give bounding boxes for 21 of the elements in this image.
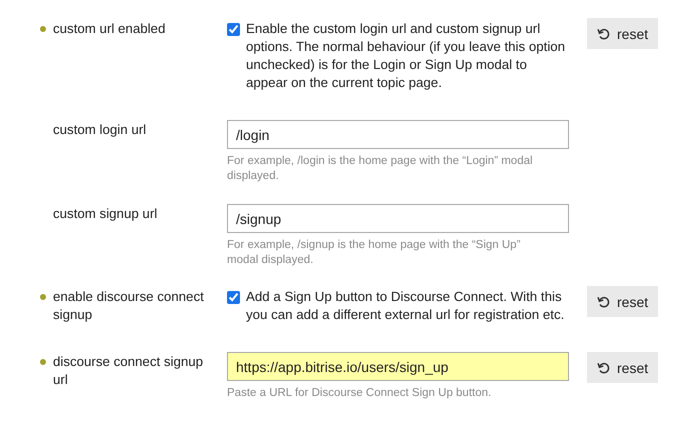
field-hint: For example, /login is the home page with the “Login” modal displayed. [227, 154, 534, 184]
url-field[interactable]: /signup [227, 204, 569, 233]
setting-label: custom signup url [53, 205, 158, 223]
reset-icon [597, 26, 611, 40]
reset-button[interactable]: reset [587, 18, 658, 49]
url-field[interactable]: /login [227, 120, 569, 149]
setting-label: enable discourse connect signup [53, 288, 205, 324]
setting-label: discourse connect signup url [53, 353, 204, 389]
field-hint: For example, /signup is the home page with the “Sign Up” modal displayed. [227, 238, 522, 268]
field-hint: Paste a URL for Discourse Connect Sign Up button. [227, 386, 492, 401]
checkbox[interactable] [227, 291, 240, 304]
reset-button[interactable]: reset [587, 286, 658, 317]
setting-label: custom login url [53, 121, 148, 139]
reset-icon [597, 360, 611, 374]
setting-description: Enable the custom login url and custom signup url options. The normal behaviour (if you leave this option unchecked) is for the Login or Sign Up modal to appear on the current topic page. [246, 20, 566, 92]
checkbox[interactable] [227, 23, 240, 36]
setting-description: Add a Sign Up button to Discourse Connect. With this you can add a different external url for registration etc. [246, 288, 566, 324]
url-field[interactable]: https://app.bitrise.io/users/sign_up [227, 352, 569, 381]
reset-icon [597, 294, 611, 308]
reset-button[interactable]: reset [587, 352, 658, 383]
setting-label: custom url enabled [53, 20, 166, 38]
